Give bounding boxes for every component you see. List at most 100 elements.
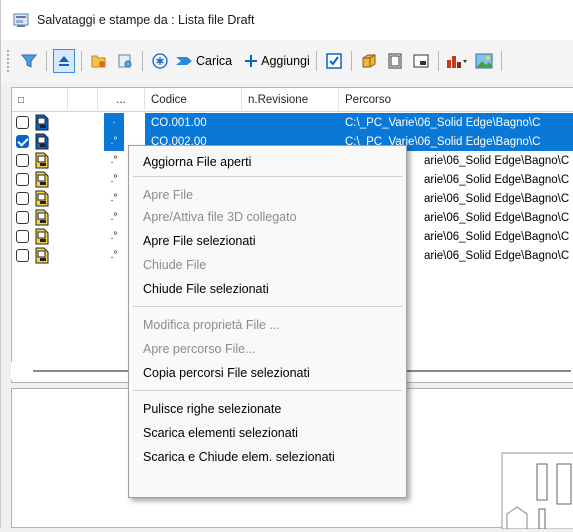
image-button[interactable]	[473, 49, 495, 73]
row-status-dot: .°	[104, 132, 124, 151]
column-header-revisione[interactable]: n.Revisione	[242, 88, 339, 112]
menu-item[interactable]: Scarica e Chiude elem. selezionati	[143, 446, 335, 468]
percorso-cell: arie\06_Solid Edge\Bagno\C	[424, 211, 570, 224]
row-checkbox[interactable]	[16, 211, 29, 224]
column-header-percorso[interactable]: Percorso	[339, 88, 573, 112]
eject-icon	[59, 56, 69, 66]
grid-header: □ ... Codice n.Revisione Percorso	[12, 88, 573, 112]
percorso-cell: arie\06_Solid Edge\Bagno\C	[424, 230, 570, 243]
draft-file-icon	[35, 209, 49, 226]
draft-file-icon	[35, 114, 49, 131]
page-icon	[388, 53, 402, 69]
add-icon	[245, 55, 258, 67]
main-window: Salvataggi e stampe da : Lista file Draf…	[0, 0, 573, 530]
draft-file-icon	[35, 190, 49, 207]
carica-button[interactable]: Carica	[175, 49, 232, 73]
menu-separator	[133, 306, 402, 307]
funnel-icon	[20, 54, 38, 68]
row-checkbox[interactable]	[16, 192, 29, 205]
menu-item[interactable]: Apre File	[143, 184, 193, 206]
open-folder-icon	[91, 55, 106, 68]
toolbar-separator	[46, 51, 47, 71]
aggiungi-label: Aggiungi	[261, 54, 310, 68]
row-status-dot: .°	[110, 174, 118, 185]
check-all-button[interactable]	[323, 49, 345, 73]
percorso-cell: arie\06_Solid Edge\Bagno\C	[424, 154, 570, 167]
toolbar-grip[interactable]	[7, 50, 10, 72]
draft-file-icon	[35, 152, 49, 169]
row-status-dot: .°	[110, 155, 118, 166]
percorso-cell: C:\_PC_Varie\06_Solid Edge\Bagno\C	[345, 116, 541, 129]
column-header-check[interactable]: □	[12, 88, 68, 112]
window-title: Salvataggi e stampe da : Lista file Draf…	[37, 13, 255, 27]
row-checkbox[interactable]	[16, 173, 29, 186]
row-status-dot: .°	[110, 212, 118, 223]
row-checkbox[interactable]	[16, 116, 29, 129]
draft-file-icon	[35, 228, 49, 245]
menu-separator	[133, 390, 402, 391]
menu-item[interactable]: Scarica elementi selezionati	[143, 422, 298, 444]
row-checkbox[interactable]	[16, 135, 29, 148]
row-checkbox[interactable]	[16, 230, 29, 243]
title-bar: Salvataggi e stampe da : Lista file Draf…	[1, 0, 573, 40]
window-icon	[413, 54, 429, 68]
menu-item[interactable]: Pulisce righe selezionate	[143, 398, 281, 420]
column-header-dots[interactable]: ...	[98, 88, 145, 112]
table-row[interactable]: · CO.001.00 C:\_PC_Varie\06_Solid Edge\Bag…	[12, 113, 573, 132]
column-header-blank[interactable]	[68, 88, 98, 112]
column-header-codice-label: Codice	[151, 94, 187, 106]
open-folder-button[interactable]	[88, 49, 110, 73]
asterisk-button[interactable]	[149, 49, 171, 73]
carica-arrow-icon	[176, 57, 192, 65]
percorso-cell: arie\06_Solid Edge\Bagno\C	[424, 192, 570, 205]
menu-item[interactable]: Copia percorsi File selezionati	[143, 362, 310, 384]
box-3d-icon	[362, 54, 376, 68]
menu-item[interactable]: Modifica proprietà File ...	[143, 314, 280, 336]
toolbar-separator	[500, 51, 502, 71]
eject-button[interactable]	[53, 49, 75, 73]
toolbar-separator	[350, 51, 352, 71]
row-checkbox[interactable]	[16, 249, 29, 262]
aggiungi-button[interactable]: Aggiungi	[244, 49, 310, 73]
codice-cell: CO.001.00	[151, 116, 207, 129]
column-header-revisione-label: n.Revisione	[248, 94, 309, 106]
menu-item[interactable]: Aggiorna File aperti	[143, 151, 251, 173]
draft-file-icon	[35, 171, 49, 188]
percorso-cell: arie\06_Solid Edge\Bagno\C	[424, 173, 570, 186]
toolbar: Carica Aggiungi	[1, 40, 573, 82]
chart-icon	[446, 56, 467, 68]
window-button[interactable]	[410, 49, 432, 73]
box-3d-button[interactable]	[358, 49, 380, 73]
page-button[interactable]	[384, 49, 406, 73]
row-checkbox[interactable]	[16, 154, 29, 167]
filter-button[interactable]	[18, 49, 40, 73]
context-menu: Aggiorna File aperti Apre File Apre/Attiva…	[128, 145, 407, 498]
row-status-dot: .°	[110, 250, 118, 261]
column-header-dots-label: ...	[116, 94, 126, 106]
image-icon	[475, 53, 493, 69]
column-header-codice[interactable]: Codice	[145, 88, 242, 112]
column-header-check-label: □	[18, 94, 25, 106]
carica-label: Carica	[196, 54, 233, 68]
menu-separator	[133, 176, 402, 177]
revisione-cell	[242, 113, 339, 132]
row-status-dot: .°	[110, 231, 118, 242]
menu-item[interactable]: Chiude File	[143, 254, 206, 276]
toolbar-separator	[142, 51, 143, 71]
checkbox-icon	[326, 53, 342, 69]
draft-file-icon	[35, 133, 49, 150]
toolbar-separator	[315, 51, 317, 71]
menu-item[interactable]: Chiude File selezionati	[143, 278, 269, 300]
toolbar-separator	[437, 51, 439, 71]
app-icon	[13, 13, 29, 27]
asterisk-icon	[152, 53, 168, 69]
folder-settings-button[interactable]	[114, 49, 136, 73]
row-status-dot: ·	[104, 113, 124, 132]
menu-item[interactable]: Apre/Attiva file 3D collegato	[143, 206, 297, 228]
percorso-cell: arie\06_Solid Edge\Bagno\C	[424, 249, 570, 262]
draft-file-icon	[35, 247, 49, 264]
menu-item[interactable]: Apre File selezionati	[143, 230, 256, 252]
column-header-percorso-label: Percorso	[345, 94, 392, 106]
chart-dropdown-button[interactable]	[445, 49, 469, 73]
menu-item[interactable]: Apre percorso File...	[143, 338, 256, 360]
